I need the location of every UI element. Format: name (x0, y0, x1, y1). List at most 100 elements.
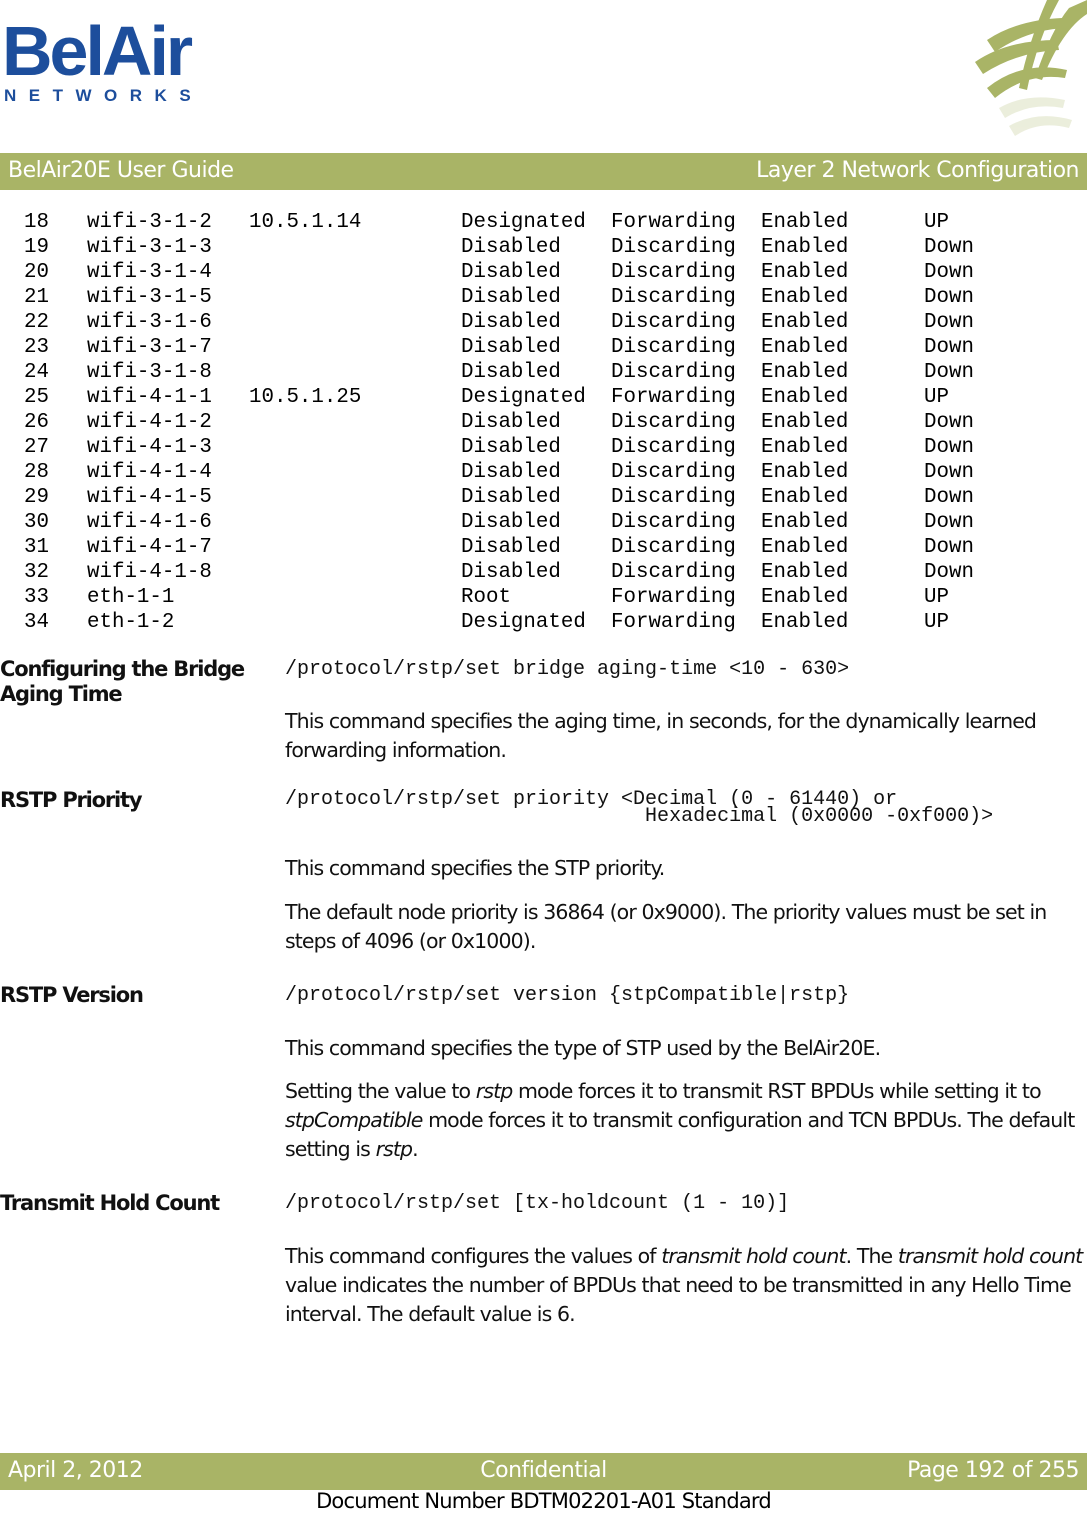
cell-state: Discarding (611, 336, 736, 359)
emphasis: stpCompatible (285, 1108, 423, 1132)
cell-state: Discarding (611, 286, 736, 309)
command-version: /protocol/rstp/set version {stpCompatibl… (285, 984, 850, 1007)
header-bar: BelAir20E User Guide Layer 2 Network Con… (0, 153, 1087, 190)
paragraph-holdcount: This command configures the values of tr… (285, 1242, 1085, 1329)
cell-state: Discarding (611, 436, 736, 459)
cell-iface: wifi-4-1-5 (87, 486, 212, 509)
text: . (412, 1137, 418, 1161)
text: . The (845, 1244, 898, 1268)
cell-iface: wifi-3-1-7 (87, 336, 212, 359)
label-line: Aging Time (0, 682, 123, 706)
cell-link: Down (924, 486, 974, 509)
cell-role: Disabled (461, 436, 561, 459)
section-label-priority: RSTP Priority (0, 788, 143, 812)
footer-bar: April 2, 2012 Confidential Page 192 of 2… (0, 1453, 1087, 1490)
cell-state: Discarding (611, 561, 736, 584)
text: value indicates the number of BPDUs that… (285, 1273, 1072, 1326)
cell-num: 32 (24, 561, 49, 584)
cell-role: Disabled (461, 536, 561, 559)
cell-iface: wifi-4-1-8 (87, 561, 212, 584)
command-priority: /protocol/rstp/set priority <Decimal (0 … (285, 790, 993, 827)
cell-enabled: Enabled (761, 336, 849, 359)
cell-enabled: Enabled (761, 211, 849, 234)
cell-link: UP (924, 611, 949, 634)
cell-enabled: Enabled (761, 411, 849, 434)
cell-state: Forwarding (611, 611, 736, 634)
cell-iface: wifi-4-1-2 (87, 411, 212, 434)
emphasis: transmit hold count (661, 1244, 846, 1268)
cell-link: UP (924, 586, 949, 609)
cell-role: Disabled (461, 411, 561, 434)
cell-state: Discarding (611, 461, 736, 484)
cell-iface: wifi-3-1-2 (87, 211, 212, 234)
cell-link: Down (924, 561, 974, 584)
swoosh-graphic-icon (975, 0, 1087, 136)
cell-state: Discarding (611, 261, 736, 284)
footer-page-number: Page 192 of 255 (907, 1458, 1079, 1483)
cell-enabled: Enabled (761, 511, 849, 534)
emphasis: rstp (375, 1137, 413, 1161)
cell-link: Down (924, 261, 974, 284)
cell-link: UP (924, 211, 949, 234)
cell-role: Disabled (461, 486, 561, 509)
logo-subtitle: NETWORKS (4, 86, 204, 105)
cell-enabled: Enabled (761, 311, 849, 334)
text: mode forces it to transmit RST BPDUs whi… (512, 1079, 1042, 1103)
cell-iface: wifi-3-1-8 (87, 361, 212, 384)
section-label-version: RSTP Version (0, 983, 144, 1007)
cell-link: Down (924, 361, 974, 384)
chapter-title: Layer 2 Network Configuration (756, 158, 1079, 183)
cell-enabled: Enabled (761, 536, 849, 559)
section-label-aging: Configuring the Bridge Aging Time (0, 657, 245, 707)
label-line: Configuring the Bridge (0, 657, 245, 681)
cell-state: Discarding (611, 411, 736, 434)
cell-link: Down (924, 311, 974, 334)
cell-num: 34 (24, 611, 49, 634)
cell-enabled: Enabled (761, 386, 849, 409)
cell-role: Root (461, 586, 511, 609)
emphasis: transmit hold count (897, 1244, 1083, 1268)
cell-link: Down (924, 436, 974, 459)
cell-iface: wifi-3-1-5 (87, 286, 212, 309)
cell-state: Forwarding (611, 386, 736, 409)
cell-enabled: Enabled (761, 461, 849, 484)
cell-state: Discarding (611, 486, 736, 509)
cell-iface: eth-1-1 (87, 586, 175, 609)
cell-num: 22 (24, 311, 49, 334)
paragraph-priority-2: The default node priority is 36864 (or 0… (285, 900, 1047, 953)
cell-state: Forwarding (611, 586, 736, 609)
cell-link: Down (924, 461, 974, 484)
cell-enabled: Enabled (761, 286, 849, 309)
cell-iface: wifi-3-1-4 (87, 261, 212, 284)
cell-enabled: Enabled (761, 361, 849, 384)
cell-num: 26 (24, 411, 49, 434)
cell-iface: wifi-4-1-1 (87, 386, 212, 409)
cell-ip: 10.5.1.14 (249, 211, 362, 234)
cell-link: Down (924, 336, 974, 359)
cell-state: Discarding (611, 536, 736, 559)
cell-enabled: Enabled (761, 436, 849, 459)
command-holdcount: /protocol/rstp/set [tx-holdcount (1 - 10… (285, 1192, 790, 1215)
cell-role: Disabled (461, 236, 561, 259)
cell-num: 20 (24, 261, 49, 284)
cell-role: Disabled (461, 461, 561, 484)
cell-role: Disabled (461, 336, 561, 359)
cell-num: 30 (24, 511, 49, 534)
cell-role: Disabled (461, 261, 561, 284)
cell-role: Disabled (461, 286, 561, 309)
cell-state: Discarding (611, 236, 736, 259)
section-label-holdcount: Transmit Hold Count (0, 1191, 220, 1215)
cell-iface: wifi-3-1-6 (87, 311, 212, 334)
cell-link: Down (924, 286, 974, 309)
cell-enabled: Enabled (761, 261, 849, 284)
cell-num: 31 (24, 536, 49, 559)
cell-num: 28 (24, 461, 49, 484)
cell-iface: wifi-4-1-7 (87, 536, 212, 559)
guide-title: BelAir20E User Guide (8, 158, 234, 183)
cell-iface: wifi-4-1-3 (87, 436, 212, 459)
cell-iface: eth-1-2 (87, 611, 175, 634)
cell-num: 23 (24, 336, 49, 359)
paragraph-priority-1: This command specifies the STP priority. (285, 856, 665, 880)
paragraph-version-2: Setting the value to rstp mode forces it… (285, 1077, 1085, 1164)
belair-logo: BelAir NETWORKS (0, 10, 200, 110)
